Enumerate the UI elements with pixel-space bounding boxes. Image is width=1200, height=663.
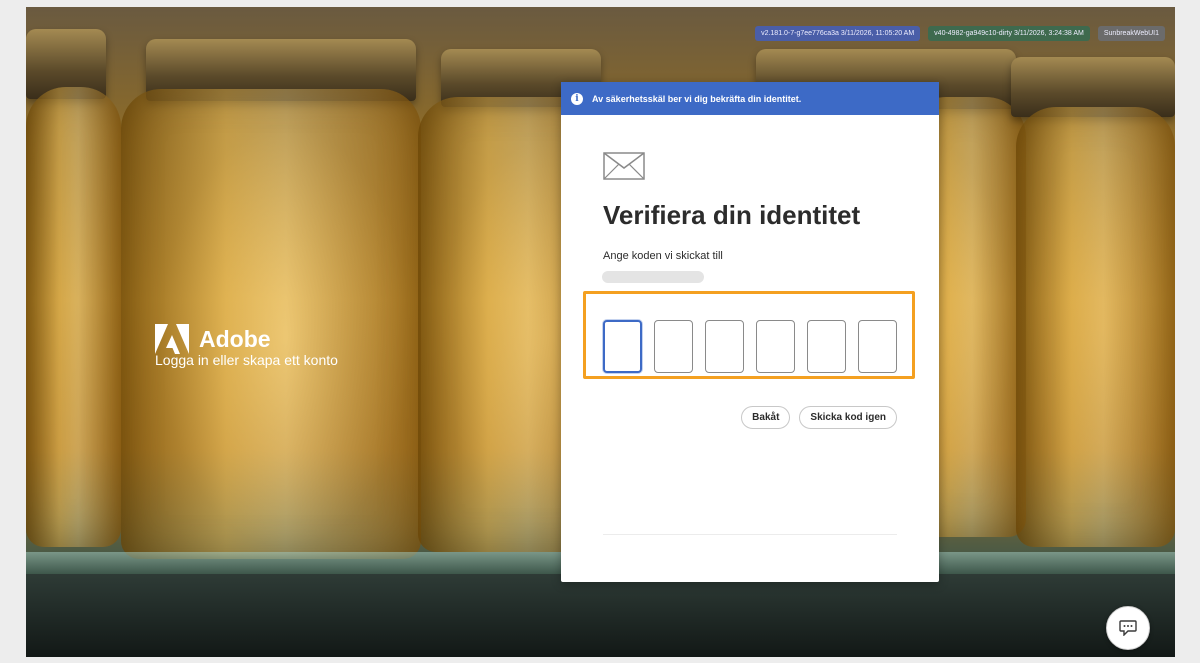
brand-tagline: Logga in eller skapa ett konto [155, 352, 338, 368]
security-banner: i Av säkerhetsskäl ber vi dig bekräfta d… [561, 82, 939, 115]
jar [1016, 107, 1175, 547]
code-digit-5-input[interactable] [807, 320, 846, 373]
app-badge: SunbreakWebUI1 [1097, 26, 1165, 41]
redacted-email [602, 271, 704, 283]
brand: Adobe Logga in eller skapa ett konto [155, 324, 338, 368]
code-digit-4-input[interactable] [756, 320, 795, 373]
divider [603, 534, 897, 535]
info-icon: i [571, 92, 583, 105]
service-badge: v40-4982-ga949c10-dirty 3/11/2026, 3:24:… [928, 26, 1090, 41]
code-instruction: Ange koden vi skickat till [603, 250, 723, 262]
jar [26, 87, 121, 547]
adobe-logo-icon [155, 324, 189, 354]
code-digit-6-input[interactable] [858, 320, 897, 373]
dialog-actions: Bakåt Skicka kod igen [741, 406, 897, 429]
brand-name: Adobe [199, 325, 271, 352]
chat-icon [1119, 620, 1137, 636]
background-viewport: v2.181.0-7-g7ee776ca3a 3/11/2026, 11:05:… [26, 7, 1175, 657]
page-title: Verifiera din identitet [603, 200, 861, 230]
floor [26, 574, 1175, 657]
code-input-group [603, 320, 897, 373]
build-badges: v2.181.0-7-g7ee776ca3a 3/11/2026, 11:05:… [755, 26, 1165, 41]
version-badge: v2.181.0-7-g7ee776ca3a 3/11/2026, 11:05:… [755, 26, 921, 41]
code-digit-1-input[interactable] [603, 320, 642, 373]
code-digit-2-input[interactable] [654, 320, 693, 373]
back-button[interactable]: Bakåt [741, 406, 791, 429]
mail-icon [603, 152, 645, 180]
code-digit-3-input[interactable] [705, 320, 744, 373]
verification-dialog: i Av säkerhetsskäl ber vi dig bekräfta d… [561, 82, 939, 582]
chat-button[interactable] [1106, 606, 1150, 650]
banner-text: Av säkerhetsskäl ber vi dig bekräfta din… [592, 93, 802, 104]
resend-code-button[interactable]: Skicka kod igen [799, 406, 897, 429]
